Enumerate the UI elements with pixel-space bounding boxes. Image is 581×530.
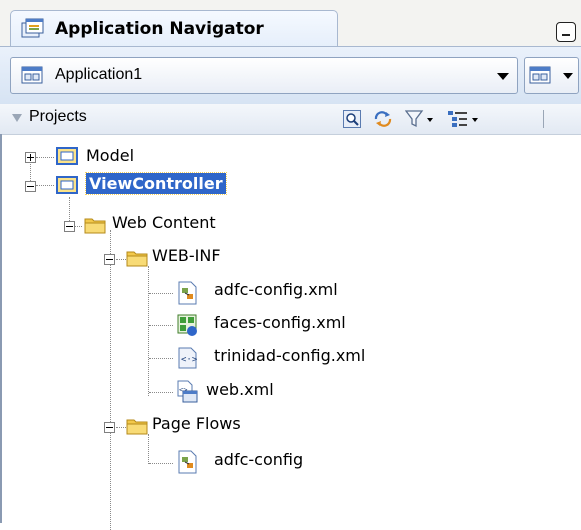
xml-file-icon: <·> <box>178 347 198 369</box>
folder-icon <box>126 419 148 435</box>
tree-node-page-flows[interactable]: Page Flows <box>0 409 300 439</box>
tree-node-trinidad-config-xml[interactable]: <·> trinidad-config.xml <box>0 342 365 372</box>
tree-label-page-flows: Page Flows <box>152 414 241 433</box>
chevron-down-icon <box>563 73 573 79</box>
tree-node-faces-config-xml[interactable]: faces-config.xml <box>0 309 346 339</box>
collapse-icon[interactable] <box>104 254 115 265</box>
application-menu-icon <box>529 66 551 84</box>
task-flow-icon <box>178 450 197 474</box>
application-menu-button[interactable] <box>524 57 579 94</box>
collapse-icon[interactable] <box>25 181 36 192</box>
navigator-tab-strip: Application Navigator <box>0 0 581 46</box>
tree-label-trinidad-config-xml: trinidad-config.xml <box>214 346 366 365</box>
tree-label-web-xml: web.xml <box>206 380 274 399</box>
tree-node-web-inf[interactable]: WEB-INF <box>0 240 300 270</box>
tree-label-web-content: Web Content <box>112 213 216 232</box>
folder-icon <box>126 251 148 267</box>
search-icon[interactable] <box>343 110 361 128</box>
expand-icon[interactable] <box>25 152 36 163</box>
view-options-icon[interactable] <box>447 110 481 128</box>
web-xml-file-icon: <> <box>177 380 198 403</box>
sync-icon[interactable] <box>372 110 394 128</box>
filter-icon[interactable] <box>405 110 435 128</box>
application-select[interactable]: Application1 <box>10 57 518 94</box>
collapse-triangle-icon[interactable] <box>12 114 22 122</box>
panel-title: Application Navigator <box>55 19 264 39</box>
tree-node-adfc-config[interactable]: adfc-config <box>0 446 304 476</box>
projects-panel-header: Projects <box>0 104 581 135</box>
project-tree: Model ViewController Web Content WEB-INF <box>0 134 581 530</box>
toolbar-separator <box>543 110 544 128</box>
tree-label-faces-config-xml: faces-config.xml <box>214 313 346 332</box>
tab-application-navigator[interactable]: Application Navigator <box>10 10 338 46</box>
chevron-down-icon <box>497 73 509 80</box>
tree-label-model: Model <box>86 146 135 165</box>
folder-icon <box>84 218 106 234</box>
application-select-value: Application1 <box>55 66 143 83</box>
faces-config-file-icon <box>177 314 197 336</box>
tree-label-web-inf: WEB-INF <box>152 246 221 265</box>
collapse-icon[interactable] <box>104 422 115 433</box>
adf-config-file-icon <box>178 281 197 305</box>
tree-node-viewcontroller[interactable]: ViewController <box>0 171 300 201</box>
projects-label: Projects <box>29 108 87 125</box>
application-navigator-icon <box>21 18 44 38</box>
minimize-button[interactable] <box>556 22 576 42</box>
tree-node-web-xml[interactable]: <> web.xml <box>0 376 320 406</box>
tree-node-adfc-config-xml[interactable]: adfc-config.xml <box>0 276 338 306</box>
tree-label-adfc-config: adfc-config <box>214 450 304 469</box>
tree-label-adfc-config-xml: adfc-config.xml <box>214 280 338 299</box>
tree-node-web-content[interactable]: Web Content <box>0 207 300 237</box>
collapse-icon[interactable] <box>64 221 75 232</box>
application-toolbar: Application1 <box>0 46 581 105</box>
tree-node-model[interactable]: Model <box>0 142 300 172</box>
svg-text:<·>: <·> <box>181 355 198 365</box>
application-icon <box>21 66 43 84</box>
project-folder-icon <box>56 147 78 165</box>
project-folder-icon <box>56 176 78 194</box>
tree-label-viewcontroller: ViewController <box>85 172 227 195</box>
